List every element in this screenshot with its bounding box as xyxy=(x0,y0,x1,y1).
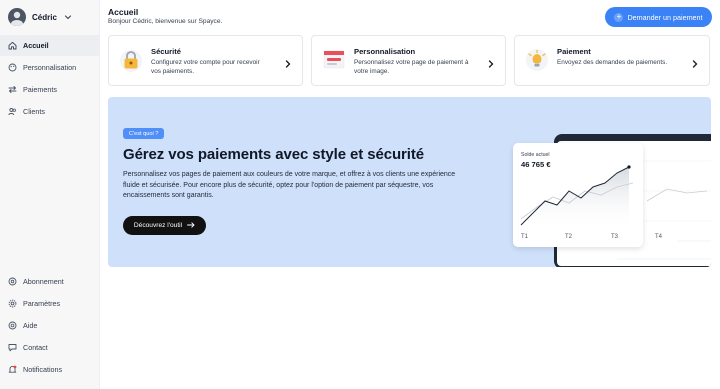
padlock-icon xyxy=(119,48,143,72)
subscription-icon xyxy=(8,277,17,286)
card-title: Sécurité xyxy=(151,47,181,56)
user-menu[interactable]: Cédric xyxy=(8,8,73,26)
sidebar-item-label: Abonnement xyxy=(23,277,64,286)
info-pill: C'est quoi ? xyxy=(123,128,165,139)
card-description: Personnalisez votre page de paiement à v… xyxy=(354,59,469,75)
balance-value: 46 765 € xyxy=(521,160,551,169)
main-nav: Accueil Personnalisation Paiements Clien… xyxy=(0,34,100,123)
card-personnalisation[interactable]: Personnalisation Personnalisez votre pag… xyxy=(311,35,506,86)
users-icon xyxy=(8,107,17,116)
payment-bulb-icon xyxy=(525,48,549,72)
sidebar-item-label: Paiements xyxy=(23,85,57,94)
transfer-icon xyxy=(8,85,17,94)
card-description: Configurez votre compte pour recevoir vo… xyxy=(151,59,260,75)
chat-icon xyxy=(8,343,17,352)
balance-label: Solde actuel xyxy=(521,152,550,158)
promo-banner: C'est quoi ? Gérez vos paiements avec st… xyxy=(108,97,711,267)
palette-icon xyxy=(8,63,17,72)
sidebar-item-notifications[interactable]: Notifications xyxy=(0,359,100,380)
tick-label: T1 xyxy=(521,234,529,240)
chevron-right-icon xyxy=(487,56,495,68)
chevron-down-icon xyxy=(63,12,73,22)
sidebar-item-contact[interactable]: Contact xyxy=(0,337,100,358)
page-title: Accueil xyxy=(108,7,139,17)
secondary-nav: Abonnement Paramètres Aide Contact Notif… xyxy=(0,270,100,381)
discover-tool-button[interactable]: Découvrez l'outil xyxy=(123,216,206,235)
sidebar-item-label: Notifications xyxy=(23,365,63,374)
sidebar: Cédric Accueil Personnalisation Paiement… xyxy=(0,0,100,389)
home-icon xyxy=(8,41,17,50)
page-subtitle: Bonjour Cédric, bienvenue sur Spayce. xyxy=(108,18,223,25)
tick-label: T4 xyxy=(655,234,663,240)
help-icon xyxy=(8,321,17,330)
sidebar-item-parametres[interactable]: Paramètres xyxy=(0,293,100,314)
card-paiement[interactable]: Paiement Envoyez des demandes de paiemen… xyxy=(514,35,710,86)
plus-icon: + xyxy=(614,12,624,22)
browser-window-icon xyxy=(322,48,346,72)
chevron-right-icon xyxy=(691,56,699,68)
arrow-right-icon xyxy=(187,221,195,230)
card-securite[interactable]: Sécurité Configurez votre compte pour re… xyxy=(108,35,303,86)
discover-tool-label: Découvrez l'outil xyxy=(133,222,183,229)
chevron-right-icon xyxy=(284,56,292,68)
bell-icon xyxy=(8,365,17,374)
sidebar-item-label: Paramètres xyxy=(23,299,61,308)
sidebar-item-clients[interactable]: Clients xyxy=(0,101,100,122)
sidebar-item-aide[interactable]: Aide xyxy=(0,315,100,336)
avatar xyxy=(8,8,26,26)
request-payment-button[interactable]: + Demander un paiement xyxy=(605,7,712,27)
sidebar-item-accueil[interactable]: Accueil xyxy=(0,35,100,56)
request-payment-label: Demander un paiement xyxy=(627,12,703,22)
latest-point xyxy=(627,165,631,169)
balance-chart xyxy=(520,165,634,231)
sidebar-item-label: Aide xyxy=(23,321,38,330)
sidebar-item-label: Personnalisation xyxy=(23,63,77,72)
sidebar-item-label: Clients xyxy=(23,107,45,116)
sidebar-item-personnalisation[interactable]: Personnalisation xyxy=(0,57,100,78)
gear-icon xyxy=(8,299,17,308)
banner-text: Personnalisez vos pages de paiement aux … xyxy=(123,171,456,199)
tick-label: T3 xyxy=(611,234,619,240)
sidebar-item-paiements[interactable]: Paiements xyxy=(0,79,100,100)
tick-label: T2 xyxy=(565,234,573,240)
sidebar-item-label: Accueil xyxy=(23,41,49,50)
app: Cédric Accueil Personnalisation Paiement… xyxy=(0,0,720,389)
balance-card: Solde actuel 46 765 € T1 T2 T3 T4 xyxy=(513,143,662,247)
user-name: Cédric xyxy=(32,12,57,22)
sidebar-item-abonnement[interactable]: Abonnement xyxy=(0,271,100,292)
banner-title: Gérez vos paiements avec style et sécuri… xyxy=(123,146,424,163)
sidebar-item-label: Contact xyxy=(23,343,48,352)
card-title: Personnalisation xyxy=(354,47,416,56)
card-title: Paiement xyxy=(557,47,591,56)
card-description: Envoyez des demandes de paiements. xyxy=(557,59,668,66)
